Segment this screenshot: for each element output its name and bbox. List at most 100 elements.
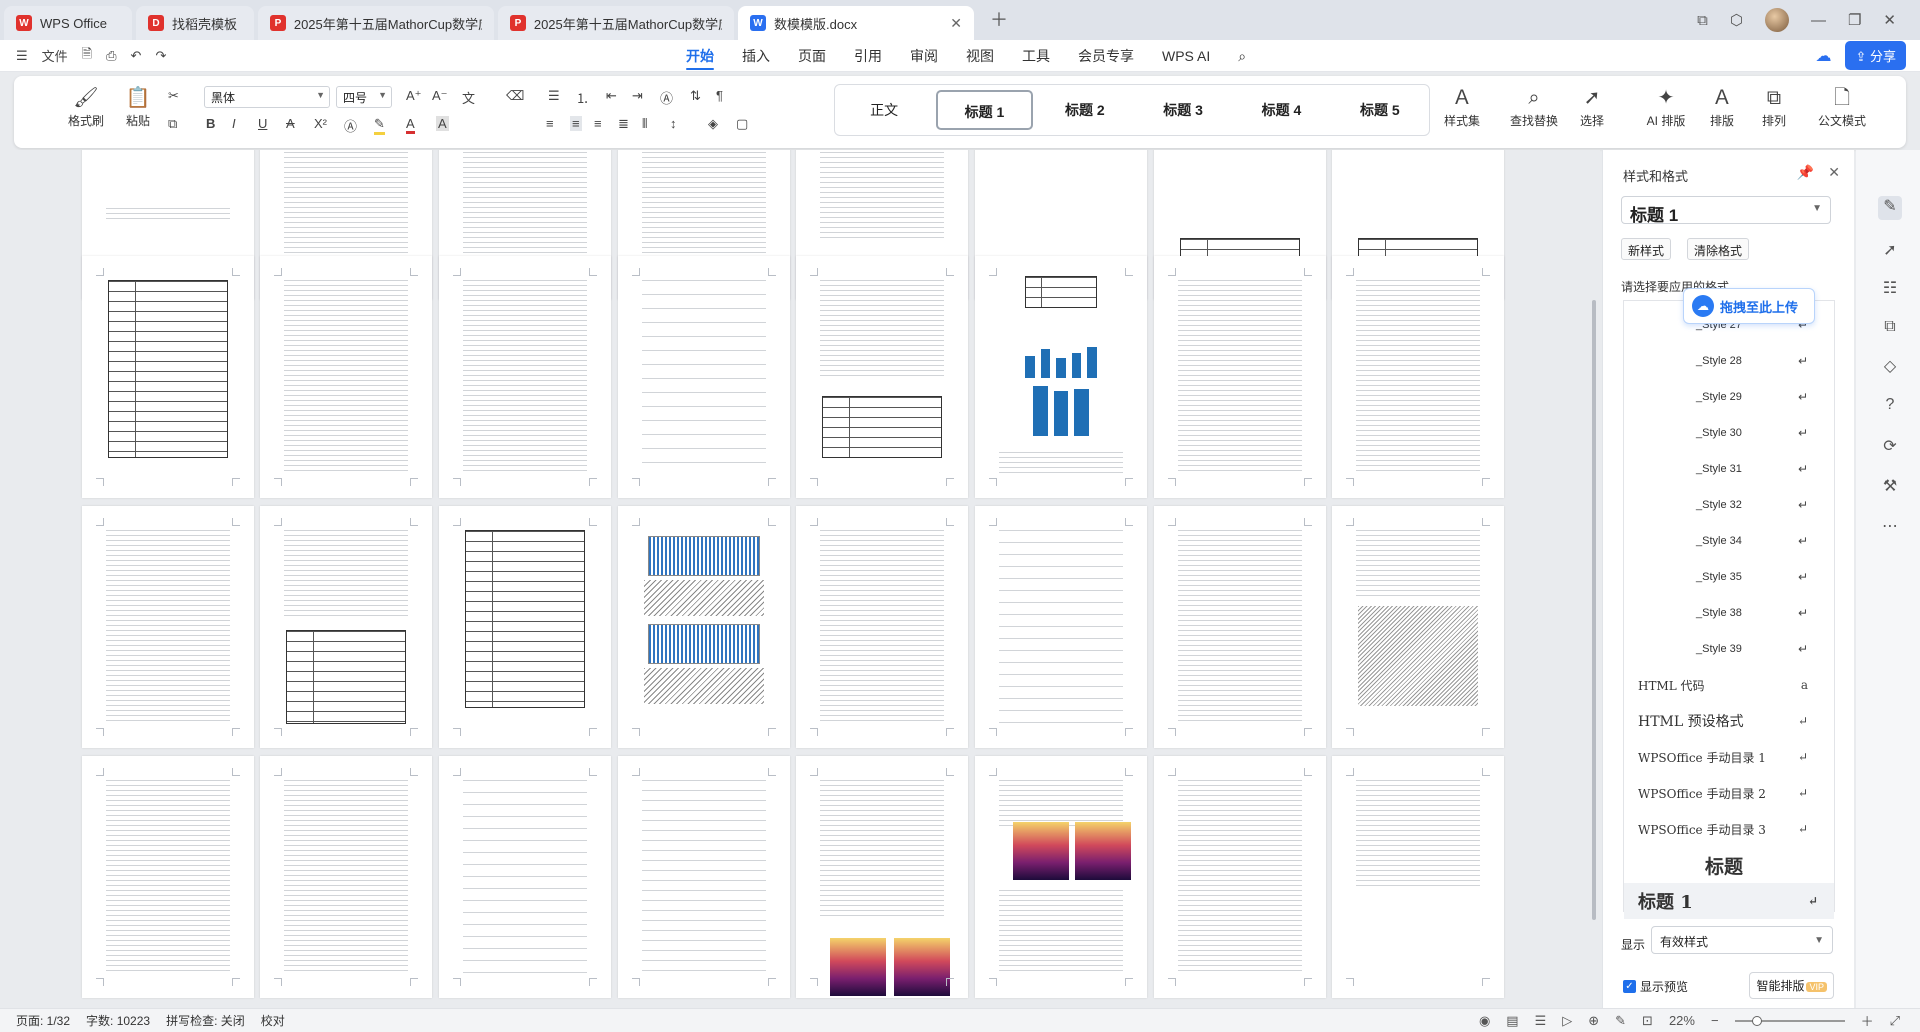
page-thumbnail[interactable]	[618, 256, 790, 498]
page-thumbnail[interactable]	[796, 506, 968, 748]
avatar[interactable]	[1764, 8, 1789, 32]
page-thumbnail[interactable]	[1332, 506, 1504, 748]
more-icon[interactable]: ⋯	[1878, 516, 1902, 540]
style-heading-1[interactable]: 标题 1	[936, 90, 1033, 130]
tab-page[interactable]: 页面	[784, 40, 840, 72]
strikethrough-icon[interactable]: A	[286, 116, 295, 131]
style-list-item[interactable]: _Style 38 ↵	[1624, 595, 1824, 631]
page-view-icon[interactable]: ▤	[1506, 1013, 1518, 1029]
asian-layout-icon[interactable]: Ⓐ	[660, 88, 673, 107]
select-button[interactable]: ➚ 选择	[1566, 84, 1618, 129]
show-preview-checkbox[interactable]: ✓ 显示预览	[1623, 978, 1688, 995]
print-icon[interactable]: ⎙	[106, 48, 116, 64]
window-icon[interactable]: ⧉	[1697, 12, 1708, 29]
style-list-item[interactable]: WPSOffice 手动目录 2 ↵	[1624, 775, 1824, 811]
style-list-item[interactable]: WPSOffice 手动目录 3 ↵	[1624, 811, 1824, 847]
superscript-icon[interactable]: X²	[314, 116, 327, 131]
bold-icon[interactable]: B	[206, 116, 215, 131]
tab-insert[interactable]: 插入	[728, 40, 784, 72]
increase-indent-icon[interactable]: ⇥	[632, 88, 643, 104]
outline-view-icon[interactable]: ☰	[1535, 1013, 1547, 1029]
style-list-item[interactable]: _Style 34 ↵	[1624, 523, 1824, 559]
page-thumbnail[interactable]	[796, 756, 968, 998]
sort-icon[interactable]: ⇅	[690, 88, 701, 104]
line-spacing-icon[interactable]: ↕	[670, 116, 677, 131]
font-size-select[interactable]: 四号 ▼	[336, 86, 392, 108]
page-thumbnail[interactable]	[1154, 506, 1326, 748]
align-right-icon[interactable]: ≡	[594, 116, 602, 131]
style-list-item[interactable]: _Style 29 ↵	[1624, 379, 1824, 415]
zoom-slider-knob[interactable]	[1751, 1015, 1762, 1026]
tab-home[interactable]: 开始	[672, 40, 728, 72]
justify-icon[interactable]: ≣	[618, 116, 629, 132]
page-thumbnail[interactable]	[1154, 256, 1326, 498]
grow-font-icon[interactable]: A⁺	[406, 88, 422, 104]
page-thumbnail[interactable]	[82, 256, 254, 498]
word-count[interactable]: 字数: 10223	[86, 1012, 150, 1029]
tab-docer[interactable]: D 找稻壳模板	[136, 6, 254, 40]
page-thumbnail[interactable]	[796, 256, 968, 498]
style-list-item[interactable]: _Style 30 ↵	[1624, 415, 1824, 451]
style-normal[interactable]: 正文	[838, 90, 930, 130]
zoom-slider[interactable]	[1734, 1015, 1845, 1026]
zoom-level[interactable]: 22%	[1669, 1013, 1695, 1028]
border-icon[interactable]: ▢	[736, 116, 748, 132]
page-thumbnail[interactable]	[1154, 756, 1326, 998]
style-heading-5[interactable]: 标题 5	[1334, 90, 1426, 130]
layout-button[interactable]: Ａ 排版	[1696, 84, 1748, 129]
bullet-list-icon[interactable]: ☰	[548, 88, 560, 104]
zoom-in-icon[interactable]: ＋	[1861, 1011, 1874, 1030]
proofread[interactable]: 校对	[261, 1012, 285, 1029]
cube-icon[interactable]: ⬡	[1730, 11, 1743, 29]
phonetic-icon[interactable]: 文	[462, 88, 475, 107]
tab-reference[interactable]: 引用	[840, 40, 896, 72]
copy-icon[interactable]: ⧉	[168, 116, 177, 132]
align-center-icon[interactable]: ≡	[570, 116, 582, 131]
page-thumbnail[interactable]	[439, 756, 611, 998]
style-list-item[interactable]: _Style 39 ↵	[1624, 631, 1824, 667]
eye-icon[interactable]: ◉	[1479, 1013, 1490, 1029]
page-thumbnail[interactable]	[618, 506, 790, 748]
clear-format-icon[interactable]: ⌫	[506, 88, 524, 104]
share-button[interactable]: ⇪ 分享	[1845, 41, 1906, 70]
restore-icon[interactable]: ❐	[1848, 11, 1861, 29]
style-heading-3[interactable]: 标题 3	[1137, 90, 1229, 130]
sliders-icon[interactable]: ☷	[1878, 278, 1902, 302]
style-list-item[interactable]: _Style 35 ↵	[1624, 559, 1824, 595]
tools-icon[interactable]: ⚒	[1878, 476, 1902, 500]
shrink-font-icon[interactable]: A⁻	[432, 88, 448, 104]
page-thumbnail[interactable]	[1332, 756, 1504, 998]
shading-icon[interactable]: ◈	[708, 116, 718, 132]
char-shading-icon[interactable]: A	[436, 116, 449, 131]
clear-format-button[interactable]: 清除格式	[1687, 238, 1750, 260]
style-list-item[interactable]: HTML 代码 a	[1624, 667, 1824, 703]
page-thumbnail[interactable]	[260, 506, 432, 748]
distribute-icon[interactable]: ⫴	[642, 116, 647, 132]
undo-icon[interactable]: ↶	[131, 48, 142, 64]
redo-icon[interactable]: ↷	[155, 48, 166, 64]
web-view-icon[interactable]: ⊕	[1588, 1013, 1599, 1029]
smart-layout-button[interactable]: 智能排版 VIP	[1749, 972, 1834, 999]
page-thumbnail[interactable]	[260, 256, 432, 498]
style-set-button[interactable]: Ａ 样式集	[1436, 84, 1488, 129]
style-heading-4[interactable]: 标题 4	[1235, 90, 1327, 130]
current-style-select[interactable]: 标题 1 ▼	[1621, 196, 1831, 225]
paste-button[interactable]: 📋 粘贴	[112, 84, 164, 129]
play-icon[interactable]: ▷	[1562, 1013, 1572, 1029]
page-thumbnail[interactable]	[439, 256, 611, 498]
layers-icon[interactable]: ⧉	[1878, 318, 1902, 342]
scrollbar-thumb[interactable]	[1592, 300, 1596, 920]
page-thumbnail[interactable]	[439, 506, 611, 748]
tab-wps-office[interactable]: W WPS Office	[4, 6, 132, 40]
style-heading-2[interactable]: 标题 2	[1039, 90, 1131, 130]
zoom-out-icon[interactable]: −	[1711, 1013, 1719, 1028]
page-indicator[interactable]: 页面: 1/32	[16, 1012, 70, 1029]
page-thumbnail[interactable]	[260, 756, 432, 998]
show-marks-icon[interactable]: ¶	[716, 88, 723, 103]
new-style-button[interactable]: 新样式	[1621, 238, 1672, 260]
search-icon[interactable]: ⌕	[1224, 40, 1260, 72]
style-list-item[interactable]: HTML 预设格式 ↵	[1624, 703, 1824, 739]
menu-icon[interactable]: ☰	[16, 48, 28, 64]
arrange-button[interactable]: ⧉ 排列	[1748, 84, 1800, 129]
find-replace-button[interactable]: ⌕ 查找替换	[1508, 84, 1560, 129]
